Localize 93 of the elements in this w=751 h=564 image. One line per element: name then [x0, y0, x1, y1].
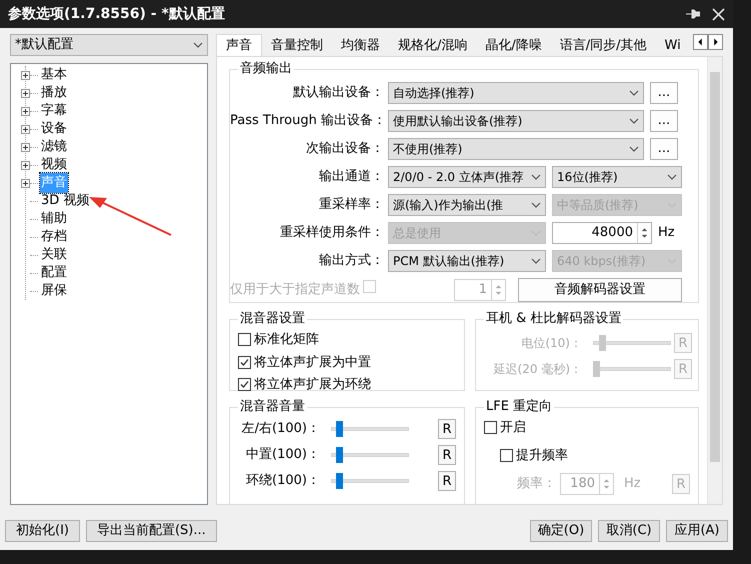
reset-button[interactable]: R [438, 471, 456, 491]
slider-label: 左/右(100)： [240, 420, 320, 438]
slider-thumb[interactable] [336, 447, 343, 463]
tree-item[interactable]: 屏保 [40, 281, 68, 301]
tree-item[interactable]: 字幕 [40, 101, 68, 121]
unit-label: Hz [624, 475, 641, 494]
tab[interactable]: 均衡器 [332, 36, 389, 56]
checkbox[interactable] [238, 378, 251, 392]
checkbox-label: 将立体声扩展为中置 [254, 354, 371, 372]
more-button[interactable]: ... [650, 138, 678, 160]
footer-button[interactable]: 确定(O) [530, 520, 592, 542]
profile-dropdown[interactable]: *默认配置 [10, 34, 208, 56]
expand-icon[interactable] [21, 70, 30, 80]
chevron-down-icon [629, 146, 639, 152]
tree-item[interactable]: 播放 [40, 83, 68, 103]
expand-icon[interactable] [21, 160, 30, 170]
decoder-settings-button[interactable]: 音频解码器设置 [518, 278, 682, 302]
footer-button[interactable]: 应用(A) [666, 520, 728, 542]
more-button[interactable]: ... [650, 110, 678, 132]
tab[interactable]: 音量控制 [262, 36, 332, 56]
dropdown[interactable]: 2/0/0 - 2.0 立体声(推荐 [388, 166, 546, 188]
chevron-down-icon [667, 174, 677, 180]
dropdown[interactable]: 不使用(推荐) [388, 138, 644, 160]
field-label: 输出通道： [318, 168, 385, 186]
dropdown[interactable]: 自动选择(推荐) [388, 82, 644, 104]
slider-track[interactable] [328, 421, 412, 437]
slider-thumb[interactable] [336, 473, 343, 489]
unit-label: Hz [658, 224, 675, 242]
chevron-down-icon [531, 258, 541, 264]
checkbox[interactable] [238, 356, 251, 369]
pin-icon[interactable] [686, 8, 700, 20]
field-label: Pass Through 输出设备： [230, 112, 387, 130]
field-label: 重采样率： [318, 196, 385, 214]
dropdown[interactable]: 16位(推荐) [552, 166, 682, 188]
chevron-down-icon [531, 202, 541, 208]
expand-icon[interactable] [21, 88, 30, 98]
reset-button[interactable]: R [438, 419, 456, 439]
reset-button[interactable]: R [438, 445, 456, 465]
tree-item[interactable]: 配置 [40, 263, 68, 283]
tree-item[interactable]: 滤镜 [40, 137, 68, 157]
field-label: 输出方式： [318, 252, 385, 270]
checkbox[interactable] [484, 421, 497, 434]
footer-button[interactable]: 取消(C) [598, 520, 660, 542]
slider-label: 电位(10)： [520, 335, 582, 352]
checkbox-label: 将立体声扩展为环绕 [254, 376, 371, 394]
chevron-down-icon [531, 174, 541, 180]
slider-label: 延迟(20 毫秒)： [492, 361, 582, 378]
checkbox-label: 开启 [500, 419, 526, 437]
tab[interactable]: 规格化/混响 [389, 36, 476, 56]
field-label: 默认输出设备： [292, 84, 385, 102]
scrollbar[interactable] [707, 57, 722, 504]
slider-track[interactable] [328, 447, 412, 463]
chevron-down-icon [629, 118, 639, 124]
expand-icon[interactable] [21, 106, 30, 116]
checkbox[interactable] [500, 448, 513, 462]
expand-icon[interactable] [21, 124, 30, 134]
checkbox-label: 仅用于大于指定声道数 [230, 281, 360, 300]
window-title: 参数选项(1.7.8556) - *默认配置 [8, 4, 225, 24]
tab[interactable]: 语言/同步/其他 [550, 36, 656, 56]
scroll-left-icon[interactable] [693, 34, 708, 50]
checkbox-label: 提升频率 [516, 446, 568, 464]
slider-label: 中置(100)： [245, 446, 320, 464]
tree-item[interactable]: 关联 [40, 245, 68, 265]
number-field[interactable]: 48000 [552, 222, 652, 244]
expand-icon[interactable] [21, 142, 30, 152]
close-icon[interactable] [712, 8, 725, 20]
scroll-right-icon[interactable] [708, 34, 723, 50]
footer-button[interactable]: 初始化(I) [5, 520, 80, 542]
expand-icon[interactable] [21, 178, 30, 188]
slider-label: 环绕(100)： [245, 472, 320, 490]
slider-track[interactable] [328, 473, 412, 489]
field-label: 重采样使用条件： [279, 224, 385, 242]
tab[interactable]: 晶化/降噪 [476, 36, 551, 56]
tab[interactable]: Wi [656, 36, 690, 56]
tab[interactable]: 声音 [216, 34, 262, 56]
tree-item[interactable]: 辅助 [40, 209, 68, 229]
slider-thumb[interactable] [336, 421, 343, 437]
chevron-down-icon [629, 90, 639, 96]
checkbox-label: 标准化矩阵 [254, 331, 319, 349]
field-label: 频率： [516, 475, 557, 494]
dropdown[interactable]: 使用默认输出设备(推荐) [388, 110, 644, 132]
footer-button[interactable]: 导出当前配置(S)... [86, 520, 217, 542]
chevron-down-icon [193, 42, 203, 48]
tree-item[interactable]: 设备 [40, 119, 68, 139]
tree-item[interactable]: 存档 [40, 227, 68, 247]
tree-item[interactable]: 视频 [40, 155, 68, 175]
checkbox[interactable] [238, 333, 251, 346]
dropdown[interactable]: PCM 默认输出(推荐) [388, 250, 546, 272]
dropdown[interactable]: 源(输入)作为输出(推 [388, 194, 546, 216]
tree-item[interactable]: 基本 [40, 65, 68, 85]
field-label: 次输出设备： [305, 140, 385, 158]
tree-item[interactable]: 3D 视频 [40, 191, 90, 211]
more-button[interactable]: ... [650, 82, 678, 104]
